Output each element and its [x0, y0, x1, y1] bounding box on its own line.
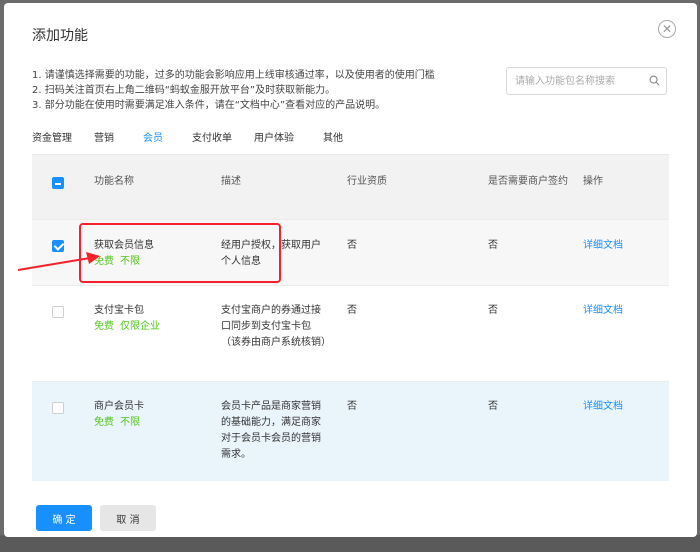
- feature-tags: 免费 仅限企业: [94, 319, 204, 335]
- dialog-title: 添加功能: [32, 28, 88, 44]
- tab-user-experience[interactable]: 用户体验: [254, 129, 294, 153]
- tab-payment[interactable]: 支付收单: [192, 129, 232, 153]
- tab-membership[interactable]: 会员: [143, 129, 163, 153]
- confirm-button[interactable]: 确 定: [36, 505, 92, 531]
- feature-table: 功能名称 描述 行业资质 是否需要商户签约 操作 获取会员信息 免费 不限 经用户…: [32, 154, 669, 486]
- tag-scope: 仅限企业: [120, 321, 160, 332]
- header-industry: 行业资质: [347, 176, 387, 187]
- search-box: [506, 67, 667, 95]
- tab-fund-management[interactable]: 资金管理: [32, 129, 72, 153]
- search-input[interactable]: [515, 73, 640, 89]
- instructions: 1. 请谨慎选择需要的功能，过多的功能会影响应用上线审核通过率，以及使用者的使用…: [32, 68, 435, 113]
- industry-value: 否: [347, 401, 357, 412]
- header-op: 操作: [583, 176, 603, 187]
- cancel-button[interactable]: 取 消: [100, 505, 156, 531]
- tab-marketing[interactable]: 营销: [94, 129, 114, 153]
- add-feature-dialog: 添加功能 ✕ 1. 请谨慎选择需要的功能，过多的功能会影响应用上线审核通过率，以…: [4, 3, 697, 537]
- feature-name: 商户会员卡: [94, 401, 144, 412]
- doc-link[interactable]: 详细文档: [583, 238, 623, 254]
- row-checkbox[interactable]: [52, 402, 64, 414]
- tab-other[interactable]: 其他: [323, 129, 343, 153]
- header-desc: 描述: [221, 176, 241, 187]
- table-row: 商户会员卡 免费 不限 会员卡产品是商家营销的基础能力，满足商家对于会员卡会员的营…: [32, 381, 669, 481]
- table-header: 功能名称 描述 行业资质 是否需要商户签约 操作: [32, 155, 669, 219]
- feature-desc: 支付宝商户的券通过接口同步到支付宝卡包（该券由商户系统核销）: [221, 305, 331, 348]
- category-tabs: 资金管理 营销 会员 支付收单 用户体验 其他: [32, 129, 343, 153]
- row-checkbox[interactable]: [52, 306, 64, 318]
- merchant-value: 否: [488, 240, 498, 251]
- table-row: 支付宝卡包 免费 仅限企业 支付宝商户的券通过接口同步到支付宝卡包（该券由商户系统…: [32, 285, 669, 381]
- tag-scope: 不限: [120, 417, 140, 428]
- tag-price: 免费: [94, 321, 114, 332]
- annotation-arrow-icon: [17, 252, 100, 271]
- merchant-value: 否: [488, 305, 498, 316]
- select-all-checkbox[interactable]: [52, 177, 64, 189]
- instruction-line-2: 2. 扫码关注首页右上角二维码“蚂蚁金服开放平台”及时获取新能力。: [32, 85, 336, 96]
- industry-value: 否: [347, 240, 357, 251]
- feature-tags: 免费 不限: [94, 415, 204, 431]
- header-merchant: 是否需要商户签约: [488, 176, 568, 187]
- industry-value: 否: [347, 305, 357, 316]
- page-backdrop: [0, 535, 700, 552]
- header-name: 功能名称: [94, 176, 134, 187]
- feature-name: 支付宝卡包: [94, 305, 144, 316]
- doc-link[interactable]: 详细文档: [583, 399, 623, 415]
- instruction-line-1: 1. 请谨慎选择需要的功能，过多的功能会影响应用上线审核通过率，以及使用者的使用…: [32, 70, 435, 81]
- instruction-line-3: 3. 部分功能在使用时需要满足准入条件，请在“文档中心”查看对应的产品说明。: [32, 100, 386, 111]
- merchant-value: 否: [488, 401, 498, 412]
- tag-price: 免费: [94, 417, 114, 428]
- close-icon[interactable]: ✕: [658, 20, 676, 38]
- search-icon[interactable]: [649, 75, 660, 86]
- annotation-highlight-box: [79, 223, 281, 283]
- feature-desc: 会员卡产品是商家营销的基础能力，满足商家对于会员卡会员的营销需求。: [221, 401, 321, 460]
- doc-link[interactable]: 详细文档: [583, 303, 623, 319]
